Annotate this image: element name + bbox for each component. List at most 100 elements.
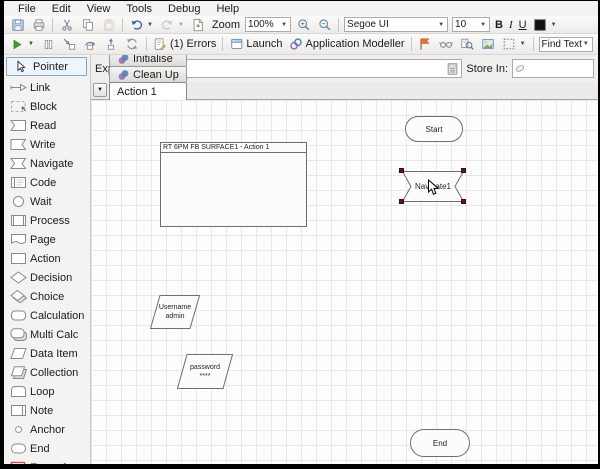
tab-initialise[interactable]: Initialise <box>109 55 187 66</box>
chevron-down-icon[interactable]: ▼ <box>437 22 445 28</box>
bold-button[interactable]: B <box>492 17 506 33</box>
stage-tool-process[interactable]: Process <box>4 211 90 230</box>
stage-tool-code[interactable]: Code <box>4 173 90 192</box>
menu-view[interactable]: View <box>79 3 119 15</box>
stage-tool-wait[interactable]: Wait <box>4 192 90 211</box>
tab-clean-up-label: Clean Up <box>133 69 179 81</box>
stage-data-item[interactable]: Usernameadmin <box>150 295 200 329</box>
stage-tool-note[interactable]: Note <box>4 401 90 420</box>
stage-tool-decision[interactable]: Decision <box>4 268 90 287</box>
standard-toolbar: ▼▼Zoom100%▼Segoe UI▼10▼BIU▼ <box>4 16 598 34</box>
stage-tool-read[interactable]: Read <box>4 116 90 135</box>
chevron-down-icon[interactable]: ▼ <box>280 22 288 28</box>
font-family-combo[interactable]: Segoe UI▼ <box>344 17 448 32</box>
find-next-button[interactable] <box>595 36 598 52</box>
selection-handle[interactable] <box>399 168 404 173</box>
cut-button[interactable] <box>56 17 77 33</box>
save-button[interactable] <box>7 17 28 33</box>
stage-tool-collection-label: Collection <box>30 367 78 379</box>
tab-clean-up[interactable]: Clean Up <box>109 66 187 82</box>
menu-file[interactable]: File <box>10 3 44 15</box>
breakpoint-flag-button[interactable] <box>415 36 436 52</box>
step-over-button[interactable] <box>80 36 101 52</box>
store-in-input[interactable] <box>527 60 598 77</box>
stage-block[interactable]: RT 6PM FB SURFACE1 - Action 1 <box>160 142 307 227</box>
chevron-down-icon[interactable]: ▼ <box>479 22 487 28</box>
zoom-level-combo[interactable]: 100%▼ <box>245 17 291 32</box>
undo-button[interactable]: ▼ <box>126 17 157 33</box>
italic-button[interactable]: I <box>506 17 516 33</box>
stage-data-item[interactable]: password**** <box>177 354 233 389</box>
paste-button[interactable] <box>98 17 119 33</box>
tab-list-dropdown-button[interactable]: ▼ <box>93 83 107 97</box>
selection-mode-button[interactable]: ▼ <box>499 36 530 52</box>
find-text-combo[interactable]: Find Text▼ <box>539 37 593 52</box>
data-item-icon <box>9 347 27 361</box>
menu-debug[interactable]: Debug <box>160 3 208 15</box>
stage-tool-end-label: End <box>30 443 50 455</box>
step-into-button[interactable] <box>59 36 80 52</box>
export-button[interactable] <box>188 17 209 33</box>
stage-tool-link[interactable]: Link <box>4 78 90 97</box>
reset-button[interactable] <box>122 36 143 52</box>
selection-handle[interactable] <box>461 199 466 204</box>
errors-button[interactable]: (1) Errors <box>150 36 219 52</box>
stage-tool-page[interactable]: Page <box>4 230 90 249</box>
page-tab-icon <box>117 55 130 65</box>
stage-toolbox: Pointer Link BlockReadWriteNavigateCodeWai… <box>4 55 91 464</box>
menu-help[interactable]: Help <box>208 3 247 15</box>
action-icon <box>9 252 27 266</box>
chevron-down-icon[interactable]: ▼ <box>146 22 154 28</box>
stage-tool-end[interactable]: End <box>4 439 90 458</box>
run-button[interactable]: ▼ <box>7 36 38 52</box>
underline-button[interactable]: U <box>516 17 530 33</box>
launch-button[interactable]: Launch <box>226 36 285 52</box>
chevron-down-icon[interactable]: ▼ <box>582 41 590 47</box>
stage-navigate-navigate1[interactable]: Navigate1 <box>402 171 464 202</box>
stage-end-end[interactable]: End <box>410 429 470 457</box>
stage-tool-exception[interactable]: Exception <box>4 458 90 464</box>
process-diagram-canvas[interactable]: RT 6PM FB SURFACE1 - Action 1 Start Naviga… <box>91 100 598 464</box>
pause-button[interactable] <box>38 36 59 52</box>
copy-button[interactable] <box>77 17 98 33</box>
stage-tool-action[interactable]: Action <box>4 249 90 268</box>
font-color-button[interactable]: ▼ <box>530 17 561 33</box>
tab-action-1[interactable]: Action 1 <box>109 82 187 100</box>
application-modeller-button[interactable]: Application Modeller <box>286 36 408 52</box>
stage-tool-navigate[interactable]: Navigate <box>4 154 90 173</box>
stage-tool-anchor[interactable]: Anchor <box>4 420 90 439</box>
stage-tool-loop[interactable]: Loop <box>4 382 90 401</box>
snapshot-button[interactable] <box>478 36 499 52</box>
font-size-combo[interactable]: 10▼ <box>452 17 490 32</box>
stage-tool-choice[interactable]: Choice <box>4 287 90 306</box>
zoom-in-button[interactable] <box>293 17 314 33</box>
stage-tool-link-label: Link <box>30 82 50 94</box>
search-process-button[interactable] <box>457 36 478 52</box>
chevron-down-icon[interactable]: ▼ <box>177 22 185 28</box>
chevron-down-icon[interactable]: ▼ <box>519 41 527 47</box>
calculator-icon[interactable] <box>443 61 461 77</box>
menu-tools[interactable]: Tools <box>118 3 160 15</box>
chevron-down-icon[interactable]: ▼ <box>27 41 35 47</box>
selection-handle[interactable] <box>461 168 466 173</box>
stage-tool-data-item[interactable]: Data Item <box>4 344 90 363</box>
stage-start-start[interactable]: Start <box>405 116 463 142</box>
stage-tool-pointer[interactable]: Pointer <box>6 57 87 76</box>
store-in-label: Store In: <box>466 63 508 75</box>
expression-input[interactable] <box>157 60 443 77</box>
watch-button[interactable] <box>436 36 457 52</box>
cut-icon <box>59 17 74 32</box>
selection-handle[interactable] <box>399 199 404 204</box>
stage-tool-write[interactable]: Write <box>4 135 90 154</box>
stage-tool-block[interactable]: Block <box>4 97 90 116</box>
menu-edit[interactable]: Edit <box>44 3 79 15</box>
print-button[interactable] <box>28 17 49 33</box>
redo-button[interactable]: ▼ <box>157 17 188 33</box>
stage-tool-multi-calc[interactable]: Multi Calc <box>4 325 90 344</box>
stage-tool-calculation[interactable]: Calculation <box>4 306 90 325</box>
step-out-button[interactable] <box>101 36 122 52</box>
tab-action-1-label: Action 1 <box>117 86 157 98</box>
chevron-down-icon[interactable]: ▼ <box>550 22 558 28</box>
stage-tool-collection[interactable]: Collection <box>4 363 90 382</box>
zoom-out-button[interactable] <box>314 17 335 33</box>
